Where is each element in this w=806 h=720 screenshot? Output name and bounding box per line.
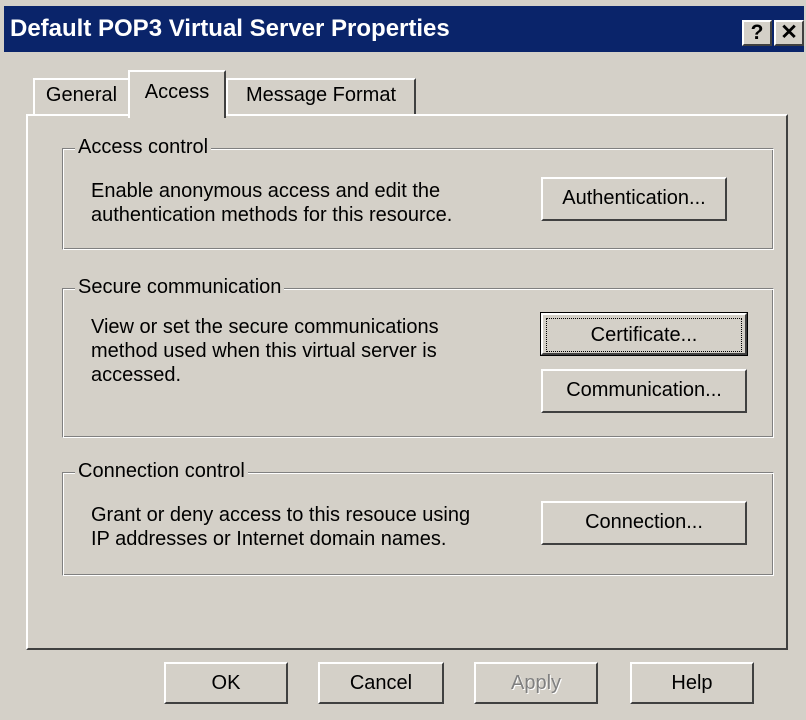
tab-general[interactable]: General: [33, 78, 130, 116]
help-button-label: Help: [671, 672, 713, 694]
ok-button[interactable]: OK: [164, 662, 288, 704]
authentication-button[interactable]: Authentication...: [541, 177, 727, 221]
access-control-group: Access control Enable anonymous access a…: [62, 134, 774, 250]
help-button[interactable]: Help: [630, 662, 754, 704]
certificate-button[interactable]: Certificate...: [540, 312, 748, 356]
apply-button-label: Apply: [510, 672, 562, 694]
close-icon[interactable]: ✕: [774, 20, 804, 46]
secure-communication-description-line: method used when this virtual server is: [91, 340, 437, 362]
title-bar[interactable]: Default POP3 Virtual Server Properties ?…: [4, 6, 804, 52]
secure-communication-title: Secure communication: [75, 274, 285, 300]
access-tab-panel: Access control Enable anonymous access a…: [26, 114, 788, 650]
secure-communication-description: View or set the secure communications me…: [91, 315, 439, 387]
help-icon[interactable]: ?: [742, 20, 772, 46]
communication-button[interactable]: Communication...: [541, 369, 747, 413]
connection-button-label: Connection...: [585, 511, 703, 533]
cancel-button[interactable]: Cancel: [318, 662, 444, 704]
communication-button-label: Communication...: [566, 379, 722, 401]
cancel-button-label: Cancel: [349, 672, 413, 694]
window-title: Default POP3 Virtual Server Properties: [10, 15, 450, 42]
secure-communication-description-line: View or set the secure communications: [91, 316, 439, 338]
connection-button[interactable]: Connection...: [541, 501, 747, 545]
secure-communication-group: Secure communication View or set the sec…: [62, 274, 774, 438]
access-control-description: Enable anonymous access and edit the aut…: [91, 179, 452, 227]
connection-control-description-line: IP addresses or Internet domain names.: [91, 528, 447, 550]
tab-message-format[interactable]: Message Format: [226, 78, 416, 116]
ok-button-label: OK: [211, 672, 241, 694]
authentication-button-label: Authentication...: [562, 187, 706, 209]
connection-control-description-line: Grant or deny access to this resouce usi…: [91, 504, 471, 526]
tab-access[interactable]: Access: [128, 70, 226, 118]
apply-button[interactable]: Apply: [474, 662, 598, 704]
access-control-description-line: authentication methods for this resource…: [91, 204, 453, 226]
certificate-button-label: Certificate...: [546, 318, 742, 352]
secure-communication-description-line: accessed.: [91, 364, 182, 386]
access-control-description-line: Enable anonymous access and edit the: [91, 180, 441, 202]
connection-control-group: Connection control Grant or deny access …: [62, 458, 774, 576]
connection-control-title: Connection control: [75, 458, 248, 484]
access-control-title: Access control: [75, 134, 212, 160]
connection-control-description: Grant or deny access to this resouce usi…: [91, 503, 470, 551]
